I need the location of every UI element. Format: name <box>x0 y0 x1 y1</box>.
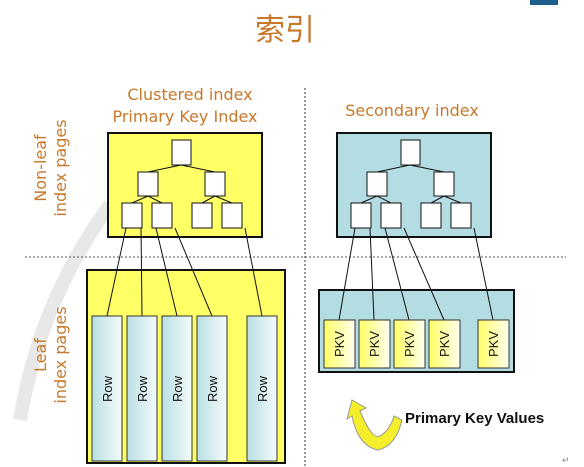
tree-node <box>380 202 402 229</box>
pkv-label: PKV <box>486 331 501 357</box>
tree-node <box>137 171 159 197</box>
index-diagram: 索引 Clustered index Primary Key Index Sec… <box>13 0 570 467</box>
tree-node <box>366 171 388 197</box>
pkv-leaf: PKV <box>428 319 461 369</box>
row-label: Row <box>100 375 115 402</box>
secondary-nonleaf-box <box>336 132 492 238</box>
tree-node <box>191 202 213 229</box>
row-leaf: Row <box>161 315 193 462</box>
tree-node <box>420 202 442 229</box>
curved-arrow-icon <box>346 399 403 451</box>
row-label: Row <box>135 375 150 402</box>
pkv-label: PKV <box>332 331 347 357</box>
clustered-title-1: Clustered index <box>127 85 252 104</box>
tree-node <box>400 139 421 166</box>
logo-fragment <box>530 0 558 5</box>
row-label: Row <box>255 375 270 402</box>
row-leaf: Row <box>126 315 158 462</box>
row-leaf: Row <box>196 315 228 462</box>
leaf-label: Leaf index pages <box>31 306 70 403</box>
pkv-label: PKV <box>367 331 382 357</box>
row-leaf: Row <box>91 315 123 462</box>
pkv-leaf: PKV <box>358 319 391 369</box>
nonleaf-label: Non-leaf index pages <box>31 119 70 216</box>
svg-text:Non-leaf: Non-leaf <box>31 134 50 202</box>
pkv-leaf: PKV <box>477 319 510 369</box>
svg-text:Leaf: Leaf <box>31 338 50 372</box>
svg-text:index pages: index pages <box>51 119 70 216</box>
tree-node <box>433 171 455 197</box>
tree-node <box>204 171 226 197</box>
tree-node <box>350 202 372 229</box>
pkv-label: PKV <box>437 331 452 357</box>
secondary-title: Secondary index <box>345 101 479 120</box>
tree-node <box>221 202 243 229</box>
clustered-nonleaf-box <box>107 132 263 238</box>
tree-node <box>171 139 192 166</box>
tree-node <box>450 202 472 229</box>
legend-text: Primary Key Values <box>405 410 544 427</box>
page-title: 索引 <box>255 13 315 48</box>
tree-node <box>121 202 143 229</box>
return-mark: ↵ <box>562 455 570 465</box>
row-label: Row <box>205 375 220 402</box>
clustered-title-2: Primary Key Index <box>112 107 257 126</box>
pkv-leaf: PKV <box>323 319 356 369</box>
pkv-leaf: PKV <box>393 319 426 369</box>
row-leaf: Row <box>246 315 278 462</box>
diagram: 索引 Clustered index Primary Key Index Sec… <box>0 0 584 467</box>
svg-text:index pages: index pages <box>51 306 70 403</box>
tree-node <box>151 202 173 229</box>
row-label: Row <box>170 375 185 402</box>
pkv-label: PKV <box>402 331 417 357</box>
